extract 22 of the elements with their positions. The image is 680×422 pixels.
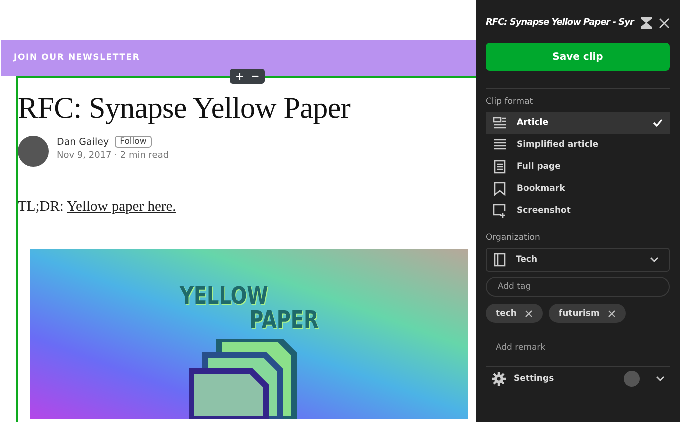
clip-format-option[interactable]: Simplified article	[486, 134, 670, 156]
clip-format-option[interactable]: Screenshot	[486, 200, 670, 222]
shrink-button[interactable]: −	[248, 70, 262, 83]
clip-format-option[interactable]: Article	[486, 112, 670, 134]
clip-title: RFC: Synapse Yellow Paper - Syr	[486, 18, 634, 28]
section-label: Clip format	[486, 97, 534, 107]
tldr-label: TL;DR:	[18, 199, 64, 215]
remark-field[interactable]: Add remark	[486, 340, 670, 356]
add-tag-field[interactable]: Add tag	[486, 277, 670, 297]
notebook-dropdown[interactable]: Tech	[486, 248, 670, 272]
clip-format-option[interactable]: Full page	[486, 156, 670, 178]
tag-chip[interactable]: tech	[486, 304, 543, 323]
author-name[interactable]: Dan Gailey	[57, 136, 110, 148]
tag-chip[interactable]: futurism	[548, 304, 626, 323]
article-meta: Nov 9, 2017 · 2 min read	[57, 151, 170, 161]
article-title: RFC: Synapse Yellow Paper	[18, 92, 352, 126]
section-label: Organization	[486, 233, 542, 243]
follow-button[interactable]: Follow	[115, 136, 152, 148]
clip-format-option[interactable]: Bookmark	[486, 178, 670, 200]
article-link[interactable]: Yellow paper here.	[67, 199, 176, 215]
expand-button[interactable]: +	[233, 70, 247, 83]
settings-link[interactable]: Settings	[514, 374, 616, 384]
